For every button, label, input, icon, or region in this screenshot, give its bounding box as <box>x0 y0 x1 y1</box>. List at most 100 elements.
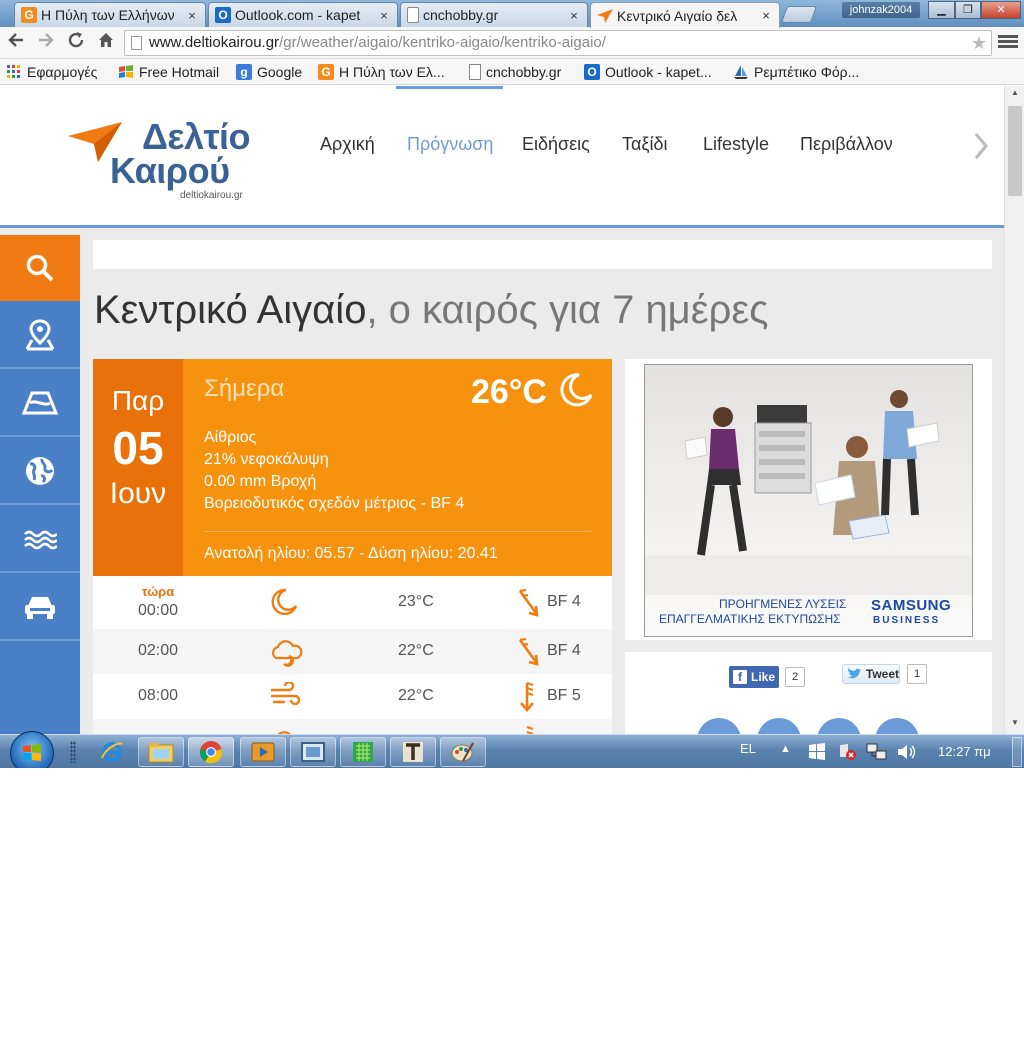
scroll-up-arrow-icon[interactable]: ▲ <box>1005 88 1024 97</box>
tab-cnchobby[interactable]: cnchobby.gr × <box>400 2 588 27</box>
share-circle-button[interactable] <box>817 718 861 734</box>
new-tab-button[interactable] <box>780 6 818 23</box>
sidebar-locations[interactable] <box>0 303 80 369</box>
wind-force: BF 4 <box>547 642 581 659</box>
region-name: Κεντρικό Αιγαίο <box>94 288 367 332</box>
close-window-button[interactable]: ✕ <box>981 1 1021 19</box>
tab-pyli[interactable]: G Η Πύλη των Ελλήνων × <box>14 2 206 27</box>
nav-home[interactable]: Αρχική <box>320 134 375 155</box>
advertisement[interactable]: ΠΡΟΗΓΜΕΝΕΣ ΛΥΣΕΙΣ ΕΠΑΓΓΕΛΜΑΤΙΚΗΣ ΕΚΤΥΠΩΣ… <box>625 359 992 640</box>
tab-strip: G Η Πύλη των Ελλήνων × O Outlook.com - k… <box>0 0 1024 28</box>
forward-arrow-icon <box>39 33 54 47</box>
volume-icon[interactable] <box>896 743 918 766</box>
windows-taskbar: EL ▲ 12:27 πμ <box>0 731 1024 768</box>
close-tab-icon[interactable]: × <box>185 8 199 23</box>
web-page: Δελτίο Καιρού deltiokairou.gr Αρχική Πρό… <box>0 86 1004 734</box>
hourly-row: 02:00 22°C BF 4 <box>93 629 612 674</box>
bookmark-label: cnchobby.gr <box>486 64 562 80</box>
tray-expand-icon[interactable]: ▲ <box>780 743 791 755</box>
nav-environment[interactable]: Περιβάλλον <box>800 134 893 155</box>
tab-outlook[interactable]: O Outlook.com - kapet × <box>208 2 398 27</box>
scroll-down-arrow-icon[interactable]: ▼ <box>1005 718 1024 727</box>
profile-badge[interactable]: johnzak2004 <box>842 2 920 18</box>
clock[interactable]: 12:27 πμ <box>938 744 991 759</box>
security-warning-icon[interactable] <box>838 743 858 766</box>
forward-button[interactable] <box>34 31 58 55</box>
language-indicator[interactable]: EL <box>740 741 756 756</box>
like-count: 2 <box>785 667 806 687</box>
bookmark-star-icon[interactable]: ★ <box>971 31 987 55</box>
action-center-flag-icon[interactable] <box>808 743 826 766</box>
tweet-label: Tweet <box>865 667 899 681</box>
home-button[interactable] <box>94 31 118 55</box>
forecast-card: Παρ 05 Ιουν Σήμερα 26°C Αίθριος 21% νεφο… <box>93 359 612 734</box>
current-temp: 26°C <box>471 373 547 411</box>
close-tab-icon[interactable]: × <box>567 8 581 23</box>
address-bar[interactable]: www.deltiokairou.gr/gr/weather/aigaio/ke… <box>124 30 992 56</box>
search-icon <box>26 254 54 282</box>
taskbar-font-app[interactable] <box>390 737 436 767</box>
scrollbar-thumb[interactable] <box>1008 106 1022 196</box>
taskbar-green-app[interactable] <box>340 737 386 767</box>
network-icon[interactable] <box>866 743 888 766</box>
bookmark-apps[interactable]: Εφαρμογές <box>6 62 97 82</box>
share-circle-button[interactable] <box>875 718 919 734</box>
sidebar-world[interactable] <box>0 439 80 505</box>
nav-forecast[interactable]: Πρόγνωση <box>407 134 493 155</box>
taskbar-media[interactable] <box>240 737 286 767</box>
taskbar-window-app[interactable] <box>290 737 336 767</box>
facebook-icon: f <box>733 670 747 684</box>
sidebar-sea[interactable] <box>0 507 80 573</box>
start-button[interactable] <box>10 731 54 768</box>
show-desktop-button[interactable] <box>1012 737 1022 767</box>
sidebar-roads[interactable] <box>0 371 80 437</box>
close-tab-icon[interactable]: × <box>377 8 391 23</box>
tab-deltiokairou[interactable]: Κεντρικό Αιγαίο δελ × <box>590 2 780 28</box>
back-button[interactable] <box>4 31 28 55</box>
bookmark-label: Free Hotmail <box>139 64 220 80</box>
windows-flag-icon <box>118 64 134 80</box>
social-share-box: f Like 2 Tweet 1 <box>625 652 992 734</box>
taskbar-ie[interactable] <box>90 737 134 767</box>
page-icon <box>407 7 419 23</box>
chrome-menu-button[interactable] <box>998 33 1018 53</box>
taskbar-explorer[interactable] <box>138 737 184 767</box>
page-scrollbar[interactable]: ▲ ▼ <box>1004 86 1024 734</box>
nav-next-arrow-icon[interactable] <box>973 132 989 168</box>
moon-icon <box>269 587 299 622</box>
ad-photo-illustration <box>645 390 972 595</box>
ad-banner[interactable]: ΠΡΟΗΓΜΕΝΕΣ ΛΥΣΕΙΣ ΕΠΑΓΓΕΛΜΑΤΙΚΗΣ ΕΚΤΥΠΩΣ… <box>644 364 973 637</box>
wind-force: BF 5 <box>547 687 581 704</box>
tab-title: Η Πύλη των Ελλήνων <box>41 7 175 23</box>
taskbar-paint[interactable] <box>440 737 486 767</box>
bookmark-label: Η Πύλη των Ελ... <box>339 64 445 80</box>
bookmark-cnchobby[interactable]: cnchobby.gr <box>469 62 561 82</box>
bookmark-google[interactable]: g Google <box>236 62 302 82</box>
close-tab-icon[interactable]: × <box>759 8 773 23</box>
share-circle-button[interactable] <box>757 718 801 734</box>
nav-lifestyle[interactable]: Lifestyle <box>703 134 769 155</box>
day-of-week: Παρ <box>111 385 165 416</box>
sidebar-traffic[interactable] <box>0 575 80 641</box>
cloud-moon-icon <box>269 636 303 673</box>
bookmark-pyli[interactable]: G Η Πύλη των Ελ... <box>318 62 445 82</box>
bookmark-outlook[interactable]: O Outlook - kapet... <box>584 62 712 82</box>
bookmark-label: Ρεμπέτικο Φόρ... <box>754 64 860 80</box>
nav-travel[interactable]: Ταξίδι <box>622 134 668 155</box>
bookmark-rebetiko[interactable]: Ρεμπέτικο Φόρ... <box>733 62 859 82</box>
nav-news[interactable]: Ειδήσεις <box>522 134 590 155</box>
restore-button[interactable]: ❐ <box>955 1 981 19</box>
bookmark-free-hotmail[interactable]: Free Hotmail <box>118 62 219 82</box>
taskbar-chrome[interactable] <box>188 737 234 767</box>
g-icon: G <box>21 7 37 23</box>
minimize-button[interactable]: ▁ <box>928 1 955 19</box>
facebook-like-button[interactable]: f Like <box>729 666 779 688</box>
wind-icon <box>269 680 301 715</box>
site-logo[interactable]: Δελτίο Καιρού deltiokairou.gr <box>68 116 268 206</box>
reload-button[interactable] <box>64 31 88 55</box>
blank-area <box>0 768 1024 1037</box>
sidebar-search[interactable] <box>0 235 80 301</box>
share-circle-button[interactable] <box>697 718 741 734</box>
day-number: 05 <box>112 422 164 474</box>
tweet-button[interactable]: Tweet <box>842 664 900 684</box>
